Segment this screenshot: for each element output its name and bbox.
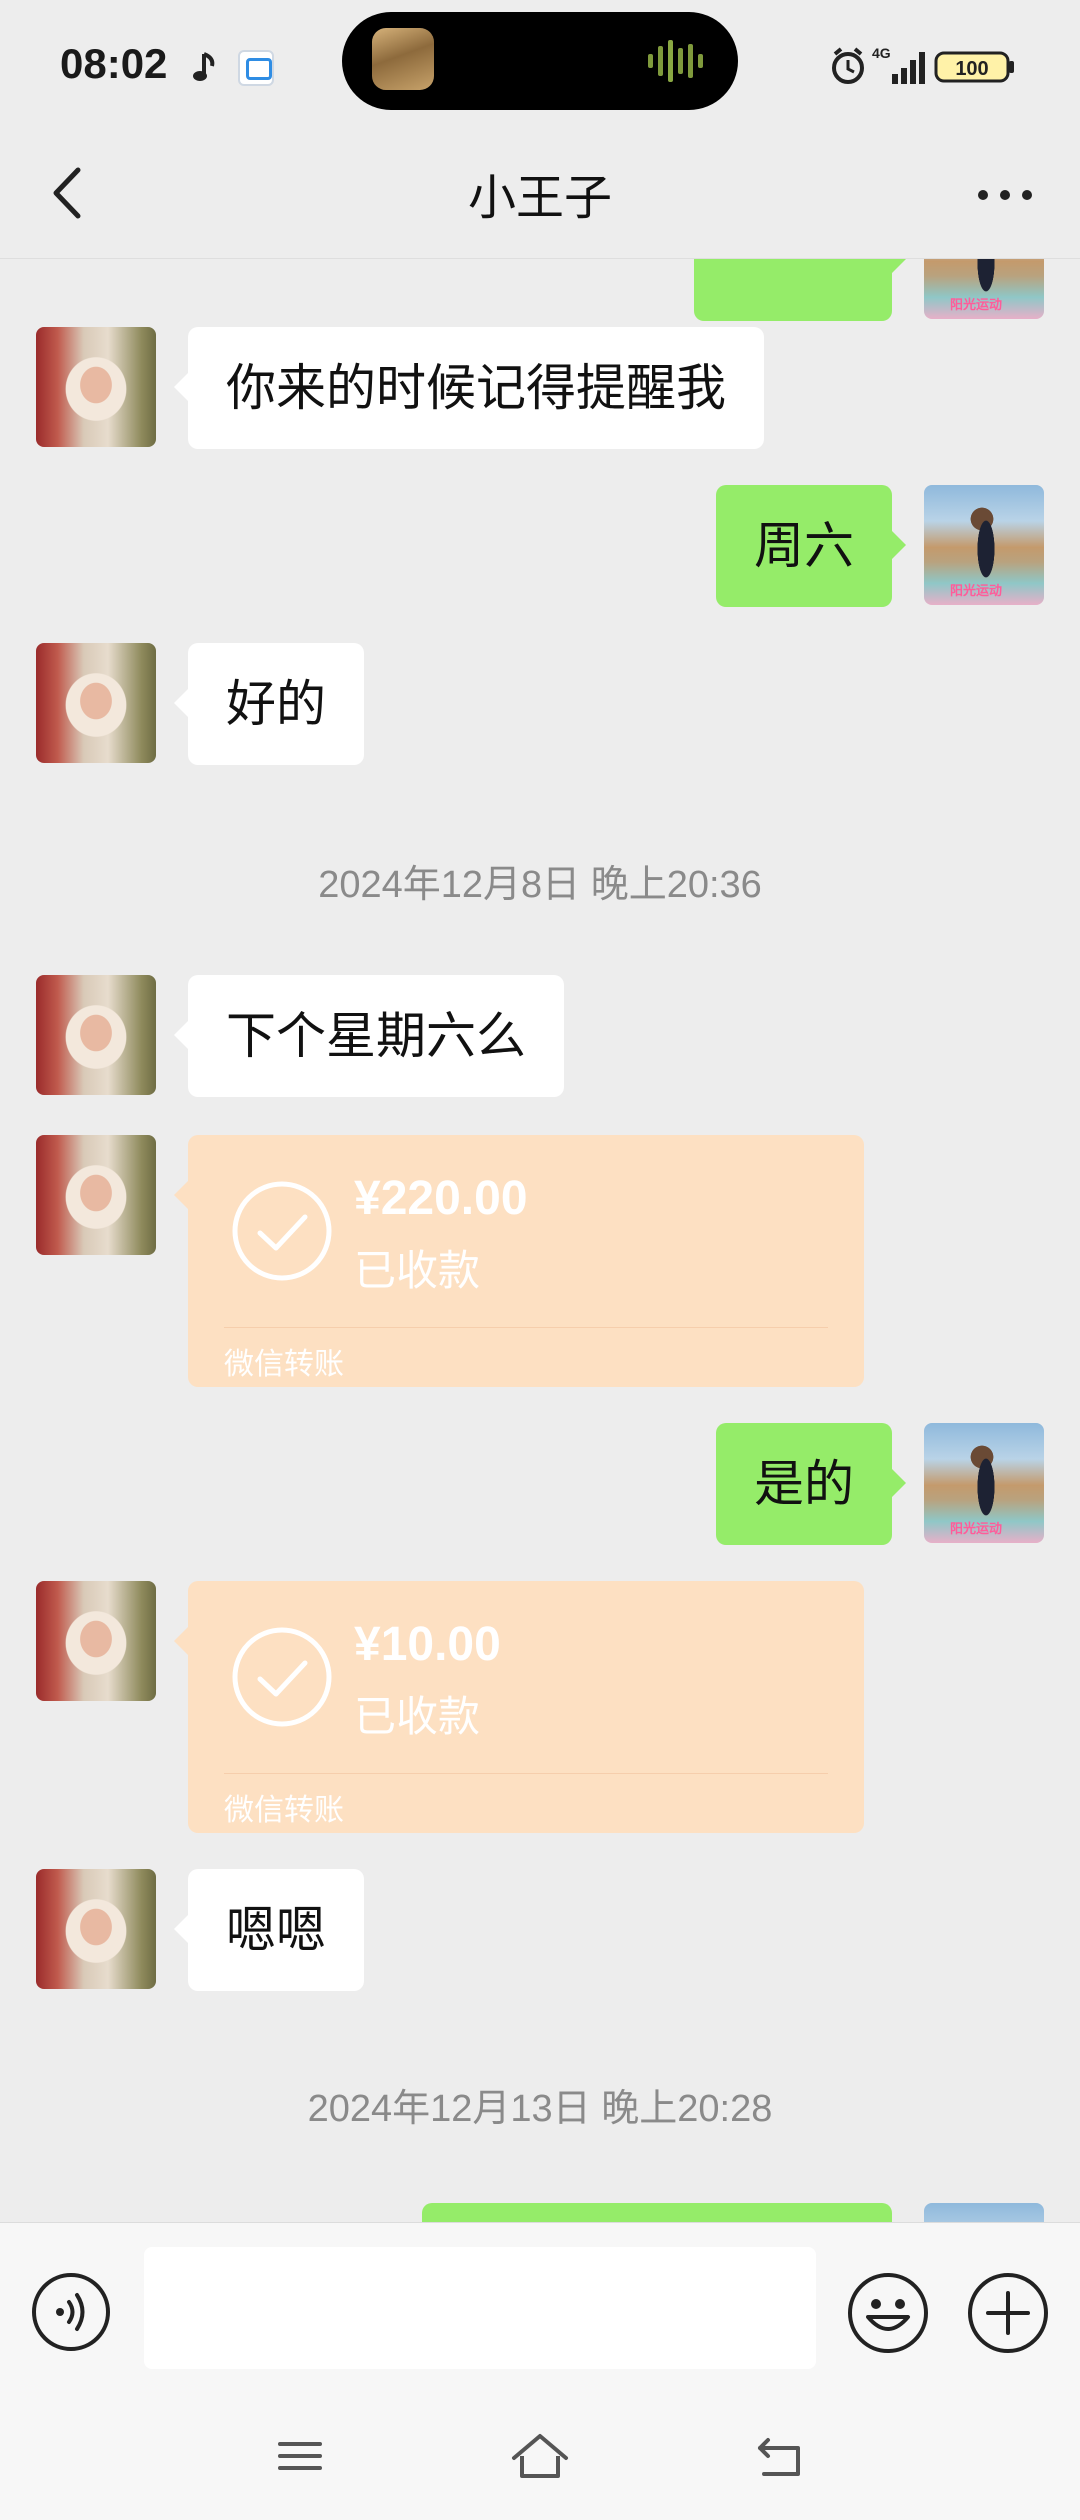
message-row: 阳光运动: [0, 259, 1080, 321]
avatar-contact[interactable]: [36, 643, 156, 763]
status-time: 08:02: [60, 40, 168, 87]
message-row: 嗯嗯: [0, 1869, 1080, 1991]
media-thumbnail: [372, 28, 434, 90]
network-label: 4G: [872, 45, 891, 61]
message-bubble-self[interactable]: [422, 2203, 892, 2222]
message-bubble-contact[interactable]: 嗯嗯: [174, 1869, 364, 1991]
message-row: 是的 阳光运动: [0, 1423, 1080, 1545]
home-icon[interactable]: [510, 2428, 570, 2484]
status-icons: 4G 100: [832, 45, 1014, 84]
message-row: 周六 阳光运动: [0, 485, 1080, 607]
message-timestamp: 2024年12月8日 晚上20:36: [318, 864, 762, 906]
transfer-status: 已收款: [354, 1692, 481, 1741]
check-circle-icon: [232, 1627, 332, 1727]
message-row: ¥220.00 已收款 微信转账: [0, 1135, 1080, 1387]
message-row: 下个星期六么: [0, 975, 1080, 1097]
voice-icon[interactable]: [30, 2271, 112, 2353]
message-row: [0, 2203, 1080, 2222]
check-circle-icon: [232, 1181, 332, 1281]
battery-level: 100: [955, 58, 988, 80]
message-bubble-self[interactable]: 是的: [716, 1423, 906, 1545]
message-list[interactable]: 阳光运动 你来的时候记得提醒我 周六 阳光运动 好的 2024年12月8日 晚上…: [0, 258, 1080, 2222]
menu-icon[interactable]: [270, 2428, 330, 2484]
chat-header: 小王子: [0, 130, 1080, 258]
message-bubble-contact[interactable]: 下个星期六么: [174, 975, 564, 1097]
battery-icon: 100: [934, 51, 1014, 83]
avatar-self[interactable]: 阳光运动: [924, 1423, 1044, 1543]
message-bubble-self[interactable]: 周六: [716, 485, 906, 607]
signal-icon: [892, 52, 925, 84]
transfer-status: 已收款: [354, 1246, 481, 1295]
input-bar: [0, 2222, 1080, 2392]
message-bubble-contact[interactable]: 好的: [174, 643, 364, 765]
music-note-icon: [193, 52, 215, 81]
transfer-amount: ¥220.00: [354, 1172, 528, 1225]
avatar-contact[interactable]: [36, 1135, 156, 1255]
status-bar: 08:02 4G 100: [0, 0, 1080, 130]
message-row: 你来的时候记得提醒我: [0, 327, 1080, 449]
audio-wave-icon: [648, 40, 703, 82]
emoji-icon[interactable]: [846, 2271, 930, 2355]
message-input[interactable]: [144, 2247, 816, 2369]
system-navigation-bar: [0, 2392, 1080, 2520]
avatar-self[interactable]: 阳光运动: [924, 259, 1044, 319]
more-dots-icon[interactable]: [970, 170, 1040, 220]
avatar-self[interactable]: [924, 2203, 1044, 2222]
message-bubble-self[interactable]: [694, 259, 906, 321]
back-icon[interactable]: [750, 2428, 810, 2484]
dynamic-island[interactable]: [342, 12, 738, 110]
avatar-contact[interactable]: [36, 1869, 156, 1989]
message-timestamp: 2024年12月13日 晚上20:28: [307, 2088, 773, 2130]
avatar-contact[interactable]: [36, 1581, 156, 1701]
avatar-contact[interactable]: [36, 327, 156, 447]
transfer-card[interactable]: ¥220.00 已收款 微信转账: [174, 1135, 864, 1387]
transfer-label: 微信转账: [224, 1347, 344, 1382]
transfer-card[interactable]: ¥10.00 已收款 微信转账: [174, 1581, 864, 1833]
avatar-self[interactable]: 阳光运动: [924, 485, 1044, 605]
plus-icon[interactable]: [966, 2271, 1050, 2355]
message-row: ¥10.00 已收款 微信转账: [0, 1581, 1080, 1833]
divider: [224, 1327, 828, 1328]
avatar-contact[interactable]: [36, 975, 156, 1095]
transfer-amount: ¥10.00: [354, 1618, 501, 1671]
alarm-icon: [832, 47, 864, 84]
divider: [224, 1773, 828, 1774]
chat-title: 小王子: [467, 170, 612, 226]
transfer-label: 微信转账: [224, 1793, 344, 1828]
message-bubble-contact[interactable]: 你来的时候记得提醒我: [174, 327, 764, 449]
app-notification-icon: [238, 50, 274, 86]
message-row: 好的: [0, 643, 1080, 765]
